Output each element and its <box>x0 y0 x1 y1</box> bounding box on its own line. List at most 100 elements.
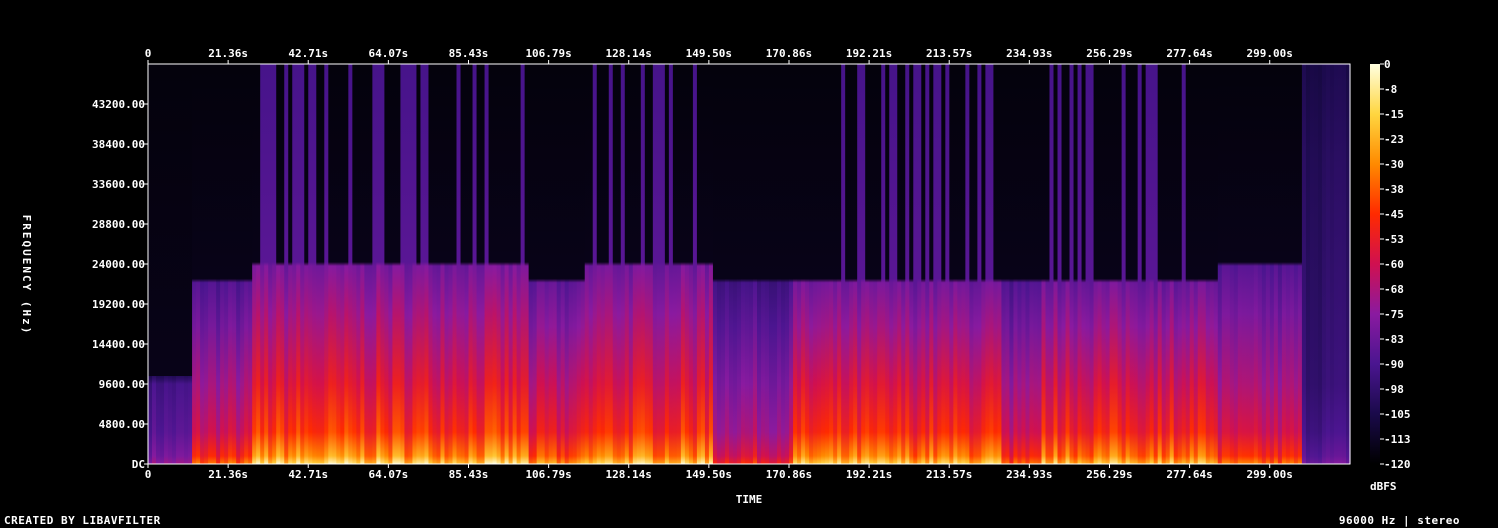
spectrogram-column <box>1333 64 1339 464</box>
spectrogram-column <box>925 64 930 464</box>
spectrogram-column <box>1177 64 1183 464</box>
spectrogram-column <box>372 64 377 464</box>
x-tick-label-bottom: 149.50s <box>686 468 732 481</box>
spectrogram-column <box>424 64 430 464</box>
spectrogram-column <box>821 64 826 464</box>
x-tick-label-bottom: 106.79s <box>525 468 571 481</box>
spectrogram-column <box>909 64 914 464</box>
x-tick-label-top: 106.79s <box>525 47 571 60</box>
y-tick-label: 28800.00 <box>92 218 145 231</box>
spectrogram-column <box>344 64 349 464</box>
spectrogram-column <box>176 64 181 464</box>
spectrogram-column <box>1341 64 1347 464</box>
spectrogram-column <box>905 64 910 464</box>
colorbar-ticks: 0 -8 -15 -23 -30 -38 -45 -53 -60 -68 -75 -83 -90 -98 -… <box>1380 58 1411 471</box>
spectrogram-column <box>757 64 762 464</box>
spectrogram-column <box>508 64 514 464</box>
spectrogram-column <box>268 64 273 464</box>
spectrogram-column <box>1121 64 1127 464</box>
spectrogram-column <box>953 64 958 464</box>
spectrogram-column <box>312 64 317 464</box>
colorbar-tick-label: -30 <box>1384 158 1404 171</box>
spectrogram-column <box>793 64 798 464</box>
spectrogram-column <box>664 64 670 464</box>
spectrogram-column <box>612 64 618 464</box>
spectrogram-column <box>336 64 341 464</box>
colorbar-tick-label: -15 <box>1384 108 1404 121</box>
spectrogram-column <box>1053 64 1059 464</box>
spectrogram-column <box>985 64 990 464</box>
spectrogram-column <box>592 64 598 464</box>
spectrogram-column <box>504 64 510 464</box>
spectrogram-column <box>516 64 522 464</box>
spectrogram-column <box>428 64 434 464</box>
spectrogram-column <box>656 64 662 464</box>
spectrogram-column <box>1057 64 1063 464</box>
spectrogram-column <box>1313 64 1319 464</box>
spectrogram-column <box>1105 64 1111 464</box>
spectrogram-column <box>300 64 305 464</box>
spectrogram-column <box>841 64 846 464</box>
spectrogram-column <box>1281 64 1287 464</box>
spectrogram-column <box>989 64 995 464</box>
spectrogram-column <box>708 64 714 464</box>
spectrogram-column <box>753 64 758 464</box>
spectrogram-column <box>997 64 1003 464</box>
spectrogram-column <box>1153 64 1159 464</box>
x-ticks-top: 0 21.36s 42.71s 64.07s 85.43s 106.79s 128.14s 1… <box>145 47 1293 64</box>
audio-format-text: 96000 Hz | stereo <box>1338 514 1460 527</box>
spectrogram-column <box>801 64 806 464</box>
spectrogram-column <box>945 64 950 464</box>
spectrogram-column <box>256 64 261 464</box>
spectrogram-column <box>304 64 309 464</box>
spectrogram-column <box>676 64 682 464</box>
x-tick-label-bottom: 299.00s <box>1247 468 1293 481</box>
spectrogram-column <box>1021 64 1027 464</box>
spectrogram-column <box>1209 64 1215 464</box>
x-tick-label-bottom: 85.43s <box>449 468 489 481</box>
spectrogram-column <box>1253 64 1259 464</box>
spectrogram-column <box>660 64 666 464</box>
spectrogram-column <box>1049 64 1055 464</box>
spectrogram-column <box>961 64 966 464</box>
x-tick-label-bottom: 256.29s <box>1086 468 1132 481</box>
spectrogram-column <box>1001 64 1007 464</box>
spectrogram-column <box>969 64 974 464</box>
spectrogram-column <box>564 64 570 464</box>
x-tick-label-bottom: 42.71s <box>288 468 328 481</box>
spectrogram-column <box>913 64 918 464</box>
spectrogram-column <box>152 64 157 464</box>
spectrogram-column <box>536 64 542 464</box>
spectrogram-column <box>580 64 586 464</box>
spectrogram-column <box>1157 64 1163 464</box>
x-tick-label-bottom: 234.93s <box>1006 468 1052 481</box>
y-tick-label: 19200.00 <box>92 298 145 311</box>
spectrogram-column <box>464 64 470 464</box>
spectrogram-column <box>228 64 233 464</box>
spectrogram-column <box>917 64 922 464</box>
spectrogram-column <box>532 64 538 464</box>
colorbar-tick-label: -60 <box>1384 258 1404 271</box>
spectrogram-column <box>1221 64 1227 464</box>
spectrogram-column <box>765 64 770 464</box>
spectrogram-column <box>797 64 802 464</box>
y-tick-label: DC <box>132 458 145 471</box>
spectrogram-column <box>180 64 185 464</box>
spectrogram-column <box>360 64 365 464</box>
spectrogram-column <box>356 64 361 464</box>
spectrogram-column <box>1293 64 1299 464</box>
spectrogram-column <box>1181 64 1187 464</box>
spectrogram-column <box>212 64 217 464</box>
spectrogram-column <box>328 64 333 464</box>
colorbar-tick-label: -83 <box>1384 333 1404 346</box>
spectrogram-column <box>324 64 329 464</box>
spectrogram-column <box>224 64 229 464</box>
spectrogram-column <box>600 64 606 464</box>
spectrogram-column <box>769 64 774 464</box>
spectrogram-column <box>692 64 698 464</box>
spectrogram-column <box>1241 64 1247 464</box>
spectrogram-column <box>484 64 490 464</box>
x-tick-label-top: 299.00s <box>1247 47 1293 60</box>
spectrogram-column <box>1269 64 1275 464</box>
spectrogram-column <box>568 64 574 464</box>
